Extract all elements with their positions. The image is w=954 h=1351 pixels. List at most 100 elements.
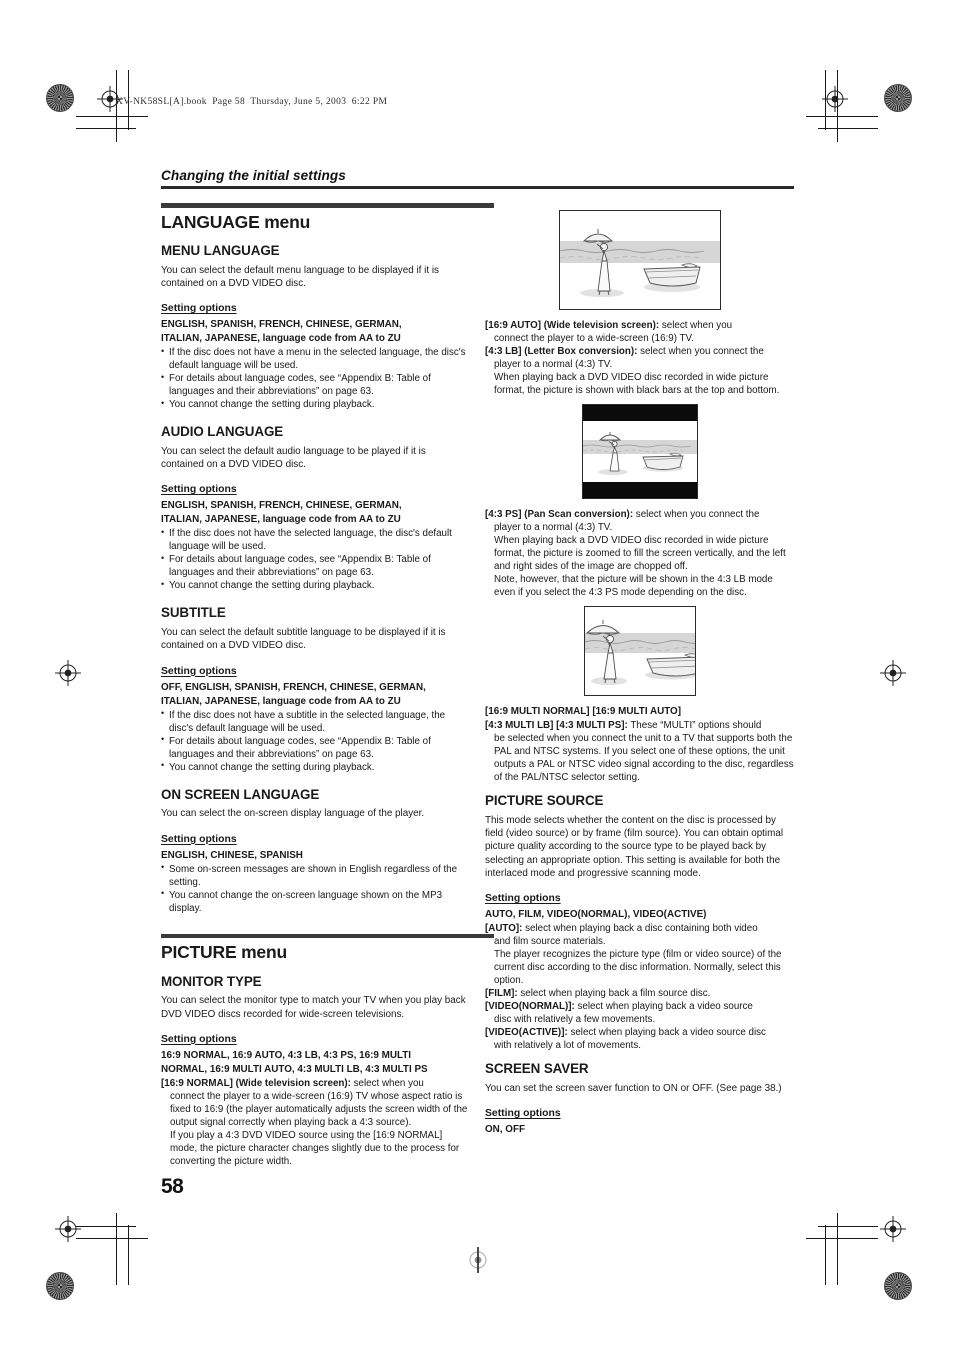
screen-saver-setting-options-label: Setting options: [485, 1108, 561, 1120]
definition-term: [VIDEO(ACTIVE)]:: [485, 1027, 568, 1039]
screen-saver-options-line-1: ON, OFF: [485, 1124, 526, 1136]
definition-continuation: player to a normal (4:3) TV.: [494, 522, 613, 534]
definition-continuation: connect the player to a wide-screen (16:…: [170, 1090, 468, 1128]
definition-rest: select when playing back a video source: [574, 1001, 753, 1013]
definition-rest: select when you: [659, 320, 733, 331]
on-screen-language-intro: You can select the on-screen display lan…: [161, 808, 425, 820]
screen-saver-intro: You can set the screen saver function to…: [485, 1082, 782, 1094]
registration-mark-right-middle: [880, 660, 906, 686]
picture-source-setting-options-label: Setting options: [485, 892, 561, 904]
audio-language-options-line-2: ITALIAN, JAPANESE, language code from AA…: [161, 514, 401, 526]
definition-term: [AUTO]:: [485, 923, 523, 934]
heading-picture-source: PICTURE SOURCE: [485, 793, 604, 809]
picture-menu-title: PICTURE menu: [161, 942, 287, 963]
list-item: For details about language codes, see “A…: [161, 372, 471, 398]
heading-menu-language: MENU LANGUAGE: [161, 242, 280, 258]
figure-panscan-wrap: [485, 606, 795, 697]
book-file-header: XV-NK58SL[A].book Page 58 Thursday, June…: [116, 97, 388, 107]
subtitle-options-line-2: ITALIAN, JAPANESE, language code from AA…: [161, 695, 401, 707]
list-item: If the disc does not have a menu in the …: [161, 346, 471, 372]
monitor-type-setting-options-label: Setting options: [161, 1033, 237, 1045]
definition-term: [16:9 NORMAL] (Wide television screen):: [161, 1077, 351, 1089]
definition-continuation: be selected when you connect the unit to…: [494, 733, 794, 784]
definition-video-active: [VIDEO(ACTIVE)]: select when playing bac…: [485, 1026, 795, 1052]
definition-rest: select when playing back a video source …: [567, 1027, 766, 1039]
page-number: 58: [161, 1175, 184, 1198]
running-head-title: Changing the initial settings: [161, 168, 346, 183]
definition-term: [4:3 PS] (Pan Scan conversion):: [485, 509, 634, 521]
list-item: If the disc does not have a subtitle in …: [161, 708, 471, 735]
audio-language-notes: If the disc does not have the selected l…: [161, 527, 471, 592]
definition-continuation: connect the player to a wide-screen (16:…: [494, 333, 694, 345]
picture-source-options-line-1: AUTO, FILM, VIDEO(NORMAL), VIDEO(ACTIVE): [485, 908, 707, 920]
on-screen-language-setting-options-label: Setting options: [161, 833, 237, 845]
definition-4-3-ps: [4:3 PS] (Pan Scan conversion): select w…: [485, 508, 795, 599]
definition-term: [FILM]:: [485, 988, 518, 1000]
subtitle-options-line-1: OFF, ENGLISH, SPANISH, FRENCH, CHINESE, …: [161, 681, 426, 693]
definition-continuation: with relatively a lot of movements.: [494, 1040, 642, 1052]
language-menu-title: LANGUAGE menu: [161, 211, 311, 232]
heading-subtitle: SUBTITLE: [161, 605, 226, 621]
definition-rest: select when you: [350, 1077, 424, 1089]
figure-letterbox-wrap: [485, 404, 795, 500]
audio-language-setting-options-label: Setting options: [161, 484, 237, 496]
definition-video-normal: [VIDEO(NORMAL)]: select when playing bac…: [485, 1000, 795, 1026]
registration-mark-bottom-right: [880, 1216, 906, 1242]
definition-term: [4:3 MULTI LB] [4:3 MULTI PS]:: [485, 720, 628, 732]
definition-auto: [AUTO]: select when playing back a disc …: [485, 922, 795, 987]
list-item: Some on-screen messages are shown in Eng…: [161, 862, 471, 889]
heading-on-screen-language: ON SCREEN LANGUAGE: [161, 786, 320, 802]
density-patch-top-left: [46, 84, 74, 112]
figure-widescreen: [559, 210, 721, 310]
subtitle-intro: You can select the default subtitle lang…: [161, 627, 446, 652]
beach-scene-wide: [560, 211, 720, 309]
definition-continuation: and film source materials.: [494, 936, 606, 948]
figure-panscan: [584, 606, 696, 697]
density-patch-bottom-right: [884, 1272, 912, 1300]
beach-illustration-icon: [583, 421, 697, 483]
multi-options-line-1: [16:9 MULTI NORMAL] [16:9 MULTI AUTO]: [485, 706, 682, 718]
beach-scene-panscan: [585, 607, 695, 696]
list-item: You cannot change the setting during pla…: [161, 579, 471, 592]
beach-scene-letterbox: [583, 421, 697, 483]
definition-continuation: disc with relatively a few movements.: [494, 1014, 656, 1026]
figure-letterbox: [582, 404, 698, 500]
definition-rest: select when you connect the: [633, 509, 760, 521]
definition-4-3-lb: [4:3 LB] (Letter Box conversion): select…: [485, 345, 795, 397]
menu-language-options-line-1: ENGLISH, SPANISH, FRENCH, CHINESE, GERMA…: [161, 318, 402, 330]
definition-film: [FILM]: select when playing back a film …: [485, 987, 795, 1000]
menu-language-intro: You can select the default menu language…: [161, 264, 439, 289]
definition-continuation: player to a normal (4:3) TV.: [494, 359, 613, 371]
registration-mark-left-middle: [55, 660, 81, 686]
heading-screen-saver: SCREEN SAVER: [485, 1061, 589, 1077]
menu-language-setting-options-label: Setting options: [161, 302, 237, 314]
crop-marks-bottom-right: [758, 1165, 878, 1285]
definition-continuation: Note, however, that the picture will be …: [494, 574, 773, 599]
audio-language-options-line-1: ENGLISH, SPANISH, FRENCH, CHINESE, GERMA…: [161, 500, 402, 512]
registration-mark-bottom-center: [465, 1247, 491, 1273]
running-head: Changing the initial settings: [161, 168, 794, 189]
running-head-rule: [161, 186, 794, 189]
definition-continuation: The player recognizes the picture type (…: [494, 949, 782, 987]
list-item: You cannot change the setting during pla…: [161, 398, 471, 411]
definition-term: [4:3 LB] (Letter Box conversion):: [485, 346, 638, 358]
right-column: [16:9 AUTO] (Wide television screen): se…: [485, 203, 795, 1137]
list-item: You cannot change the on-screen language…: [161, 888, 471, 915]
figure-widescreen-wrap: [485, 210, 795, 310]
picture-menu-rule: [161, 933, 494, 939]
definition-rest: select when playing back a disc containi…: [522, 923, 758, 934]
definition-rest: These “MULTI” options should: [627, 720, 762, 732]
subtitle-notes: If the disc does not have a subtitle in …: [161, 708, 471, 774]
heading-audio-language: AUDIO LANGUAGE: [161, 424, 284, 440]
definition-multi: [4:3 MULTI LB] [4:3 MULTI PS]: These “MU…: [485, 719, 795, 784]
list-item: If the disc does not have the selected l…: [161, 527, 471, 553]
definition-term: [16:9 AUTO] (Wide television screen):: [485, 320, 660, 331]
subtitle-setting-options-label: Setting options: [161, 665, 237, 677]
monitor-type-options-line-2: NORMAL, 16:9 MULTI AUTO, 4:3 MULTI LB, 4…: [161, 1063, 428, 1075]
definition-continuation: When playing back a DVD VIDEO disc recor…: [494, 372, 780, 397]
definition-16-9-auto: [16:9 AUTO] (Wide television screen): se…: [485, 319, 795, 345]
menu-language-notes: If the disc does not have a menu in the …: [161, 346, 471, 411]
monitor-type-intro: You can select the monitor type to match…: [161, 995, 466, 1020]
picture-source-intro: This mode selects whether the content on…: [485, 815, 784, 879]
definition-continuation: When playing back a DVD VIDEO disc recor…: [494, 535, 786, 573]
